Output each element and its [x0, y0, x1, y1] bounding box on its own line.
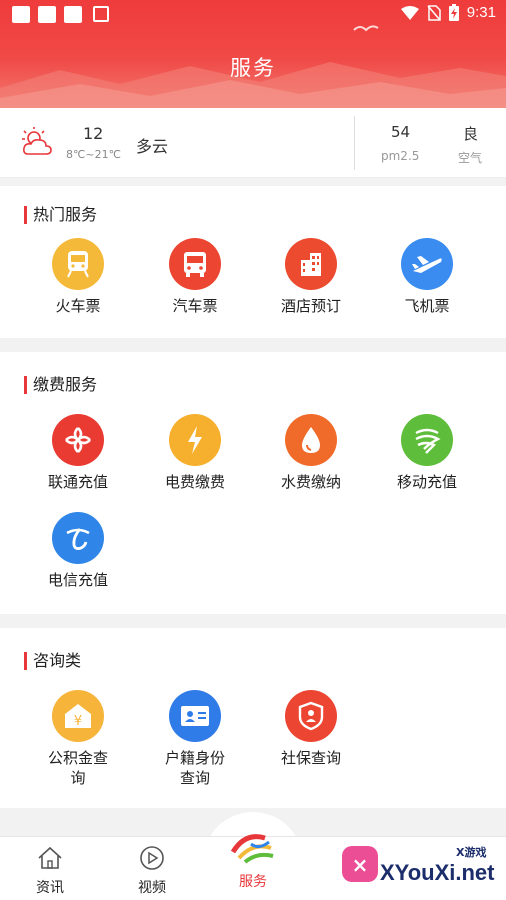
lightning-icon [169, 414, 221, 466]
service-mobile-recharge[interactable]: 移动充值 [372, 414, 482, 492]
bus-icon [169, 238, 221, 290]
pm25-value: 54 [391, 123, 411, 141]
china-mobile-icon [401, 414, 453, 466]
divider [354, 116, 355, 170]
airplane-icon [401, 238, 453, 290]
service-social-security-query[interactable]: 社保查询 [256, 690, 366, 768]
service-label: 酒店预订 [280, 297, 341, 315]
page-title: 服务 [230, 56, 276, 80]
service-unicom-recharge[interactable]: 联通充值 [23, 414, 133, 492]
social-security-icon [285, 690, 337, 742]
service-telecom-recharge[interactable]: 电信充值 [23, 512, 133, 590]
service-electricity-bill[interactable]: 电费缴费 [140, 414, 250, 492]
hotel-icon [285, 238, 337, 290]
pm25-label: pm2.5 [381, 149, 420, 163]
air-quality-value: 良 [463, 125, 479, 143]
service-label: 电费缴费 [164, 473, 225, 491]
battery-charging-icon [448, 4, 459, 21]
tab-label: 服务 [239, 874, 267, 890]
service-hotel-booking[interactable]: 酒店预订 [256, 238, 366, 316]
tab-services[interactable]: 服务 [213, 827, 293, 891]
tab-video[interactable]: 视频 [112, 843, 192, 897]
service-label: 社保查询 [280, 749, 341, 767]
service-label: 火车票 [55, 297, 101, 315]
weather-bar[interactable]: 12 8℃~21℃ 多云 54 pm2.5 良 空气 [0, 108, 506, 178]
section-hot-services: 热门服务 火车票 汽车票 酒店预订 飞机票 [0, 186, 506, 338]
home-icon [38, 846, 62, 869]
section-title: 热门服务 [24, 206, 97, 224]
service-bus-ticket[interactable]: 汽车票 [140, 238, 250, 316]
temperature: 12 [83, 124, 104, 143]
china-unicom-icon [52, 414, 104, 466]
service-housing-fund-query[interactable]: ¥ 公积金查询 [23, 690, 133, 788]
section-consult: 咨询类 ¥ 公积金查询 户籍身份 查询 社保查询 [0, 628, 506, 808]
notification-icon [38, 6, 56, 23]
svg-text:X游戏: X游戏 [456, 845, 486, 859]
service-label: 汽车票 [172, 297, 218, 315]
section-payment-services: 缴费服务 联通充值 电费缴费 水费缴纳 移动充值 电信充值 [0, 352, 506, 614]
image-notification-icon [93, 6, 109, 22]
svg-text:×: × [352, 853, 369, 877]
cloudy-sun-icon [22, 127, 52, 155]
water-drop-icon [285, 414, 337, 466]
tab-news[interactable]: 资讯 [10, 843, 90, 897]
tab-label: 资讯 [36, 880, 64, 896]
service-label: 公积金查询 [47, 749, 108, 787]
service-label: 移动充值 [396, 473, 457, 491]
play-icon [140, 846, 164, 870]
china-telecom-icon [52, 512, 104, 564]
status-time: 9:31 [466, 4, 496, 21]
service-label: 飞机票 [404, 297, 450, 315]
xyouxi-watermark-logo: × XYouXi.net X游戏 [342, 845, 495, 885]
wifi-icon [400, 5, 419, 20]
service-label: 电信充值 [47, 571, 108, 589]
housing-fund-icon: ¥ [52, 690, 104, 742]
section-title: 咨询类 [24, 652, 81, 670]
service-label: 水费缴纳 [280, 473, 341, 491]
service-flight-ticket[interactable]: 飞机票 [372, 238, 482, 316]
service-logo-icon [230, 834, 274, 864]
no-sim-icon [427, 4, 441, 21]
temperature-range: 8℃~21℃ [66, 148, 121, 161]
service-train-ticket[interactable]: 火车票 [23, 238, 133, 316]
notification-icon [12, 6, 30, 23]
tab-label: 视频 [138, 880, 166, 896]
service-label: 户籍身份 查询 [164, 749, 225, 787]
notification-icon [64, 6, 82, 23]
service-label: 联通充值 [47, 473, 108, 491]
train-icon [52, 238, 104, 290]
svg-text:XYouXi.net: XYouXi.net [380, 860, 495, 885]
service-household-id-query[interactable]: 户籍身份 查询 [140, 690, 250, 788]
weather-condition: 多云 [136, 137, 169, 156]
air-quality-label: 空气 [458, 151, 483, 165]
id-card-icon [169, 690, 221, 742]
status-bar: 9:31 [0, 0, 506, 28]
svg-text:¥: ¥ [74, 714, 82, 729]
section-title: 缴费服务 [24, 376, 97, 394]
header-banner: 9:31 服务 [0, 0, 506, 108]
service-water-bill[interactable]: 水费缴纳 [256, 414, 366, 492]
